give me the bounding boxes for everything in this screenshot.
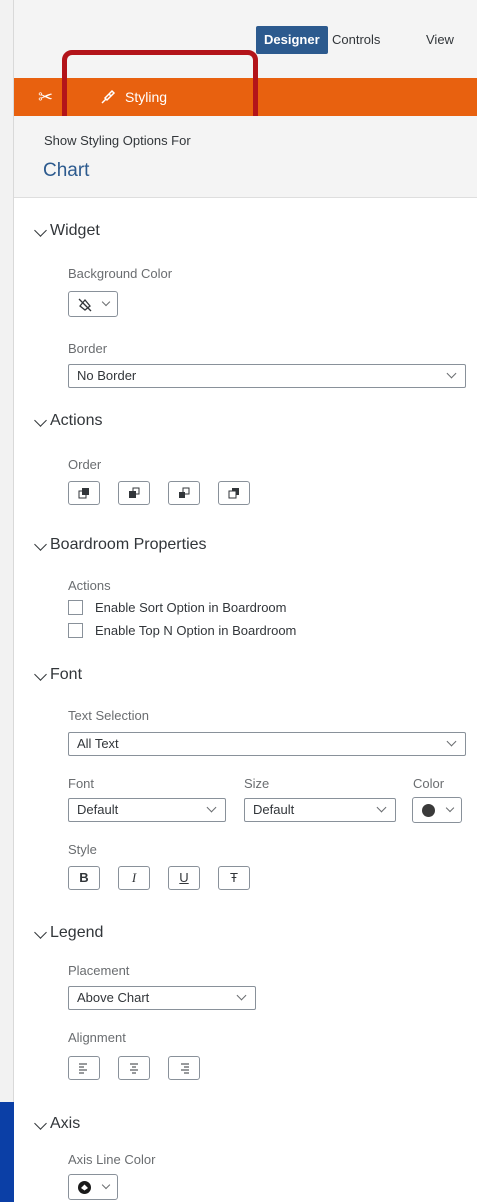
font-chevron-down-icon[interactable]: [34, 668, 47, 681]
size-dropdown-value: Default: [253, 802, 295, 817]
show-for-value[interactable]: Chart: [43, 160, 89, 182]
section-legend-title[interactable]: Legend: [50, 924, 103, 942]
enable-topn-label[interactable]: Enable Top N Option in Boardroom: [95, 623, 296, 638]
placement-label: Placement: [68, 963, 130, 978]
no-fill-icon: [78, 298, 92, 312]
section-axis-title[interactable]: Axis: [50, 1115, 80, 1133]
strikethrough-button[interactable]: Ŧ: [218, 866, 250, 890]
align-left-button[interactable]: [68, 1056, 100, 1080]
border-dropdown[interactable]: No Border: [68, 364, 466, 388]
align-left-icon: [79, 1063, 87, 1074]
send-backward-button[interactable]: [168, 481, 200, 505]
order-label: Order: [68, 457, 102, 472]
boardroom-chevron-down-icon[interactable]: [34, 538, 47, 551]
tools-icon[interactable]: ✂: [38, 78, 53, 116]
axis-chevron-down-icon[interactable]: [34, 1117, 47, 1130]
boardroom-actions-label: Actions: [68, 578, 111, 593]
axis-color-icon: [78, 1181, 91, 1194]
enable-sort-label[interactable]: Enable Sort Option in Boardroom: [95, 600, 287, 615]
left-edge-strip: [0, 0, 14, 1202]
legend-chevron-down-icon[interactable]: [34, 926, 47, 939]
chevron-down-icon: [206, 802, 217, 813]
section-font-title[interactable]: Font: [50, 666, 82, 684]
font-dropdown-value: Default: [77, 802, 119, 817]
axis-line-color-picker[interactable]: [68, 1174, 118, 1200]
widget-chevron-down-icon[interactable]: [34, 224, 47, 237]
send-to-back-button[interactable]: [218, 481, 250, 505]
alignment-label: Alignment: [68, 1030, 126, 1045]
text-selection-value: All Text: [77, 736, 119, 751]
left-edge-blue-block: [0, 1102, 14, 1202]
align-right-icon: [181, 1063, 189, 1074]
bold-button[interactable]: B: [68, 866, 100, 890]
section-actions-title[interactable]: Actions: [50, 412, 102, 430]
border-label: Border: [68, 341, 108, 356]
font-dropdown[interactable]: Default: [68, 798, 226, 822]
section-boardroom-title[interactable]: Boardroom Properties: [50, 536, 207, 554]
size-dropdown[interactable]: Default: [244, 798, 396, 822]
align-right-button[interactable]: [168, 1056, 200, 1080]
italic-button[interactable]: I: [118, 866, 150, 890]
enable-topn-checkbox[interactable]: [68, 623, 83, 638]
tab-designer[interactable]: Designer: [256, 26, 328, 54]
text-selection-dropdown[interactable]: All Text: [68, 732, 466, 756]
actions-chevron-down-icon[interactable]: [34, 414, 47, 427]
chevron-down-icon: [236, 990, 247, 1001]
show-styling-for-header: Show Styling Options For Chart: [14, 116, 477, 198]
show-for-label: Show Styling Options For: [44, 133, 191, 148]
color-label: Color: [413, 776, 445, 791]
placement-value: Above Chart: [77, 990, 150, 1005]
tab-view[interactable]: View: [426, 26, 454, 54]
border-dropdown-value: No Border: [77, 368, 137, 383]
style-label: Style: [68, 842, 97, 857]
chevron-down-icon: [446, 368, 457, 379]
enable-sort-checkbox[interactable]: [68, 600, 83, 615]
send-backward-icon: [179, 487, 190, 498]
background-color-picker[interactable]: [68, 291, 118, 317]
section-widget-title[interactable]: Widget: [50, 222, 100, 240]
background-color-label: Background Color: [68, 266, 173, 281]
text-selection-label: Text Selection: [68, 708, 149, 723]
bring-to-front-button[interactable]: [68, 481, 100, 505]
color-swatch-icon: [422, 804, 435, 817]
font-color-picker[interactable]: [412, 797, 462, 823]
bring-to-front-icon: [78, 488, 89, 499]
underline-button[interactable]: U: [168, 866, 200, 890]
tab-controls[interactable]: Controls: [332, 26, 380, 54]
bring-forward-button[interactable]: [118, 481, 150, 505]
font-label: Font: [68, 776, 95, 791]
align-center-icon: [130, 1063, 138, 1074]
send-to-back-icon: [228, 488, 239, 499]
align-center-button[interactable]: [118, 1056, 150, 1080]
axis-line-color-label: Axis Line Color: [68, 1152, 156, 1167]
chevron-down-icon: [376, 802, 387, 813]
placement-dropdown[interactable]: Above Chart: [68, 986, 256, 1010]
size-label: Size: [244, 776, 270, 791]
bring-forward-icon: [129, 487, 140, 498]
chevron-down-icon: [446, 736, 457, 747]
